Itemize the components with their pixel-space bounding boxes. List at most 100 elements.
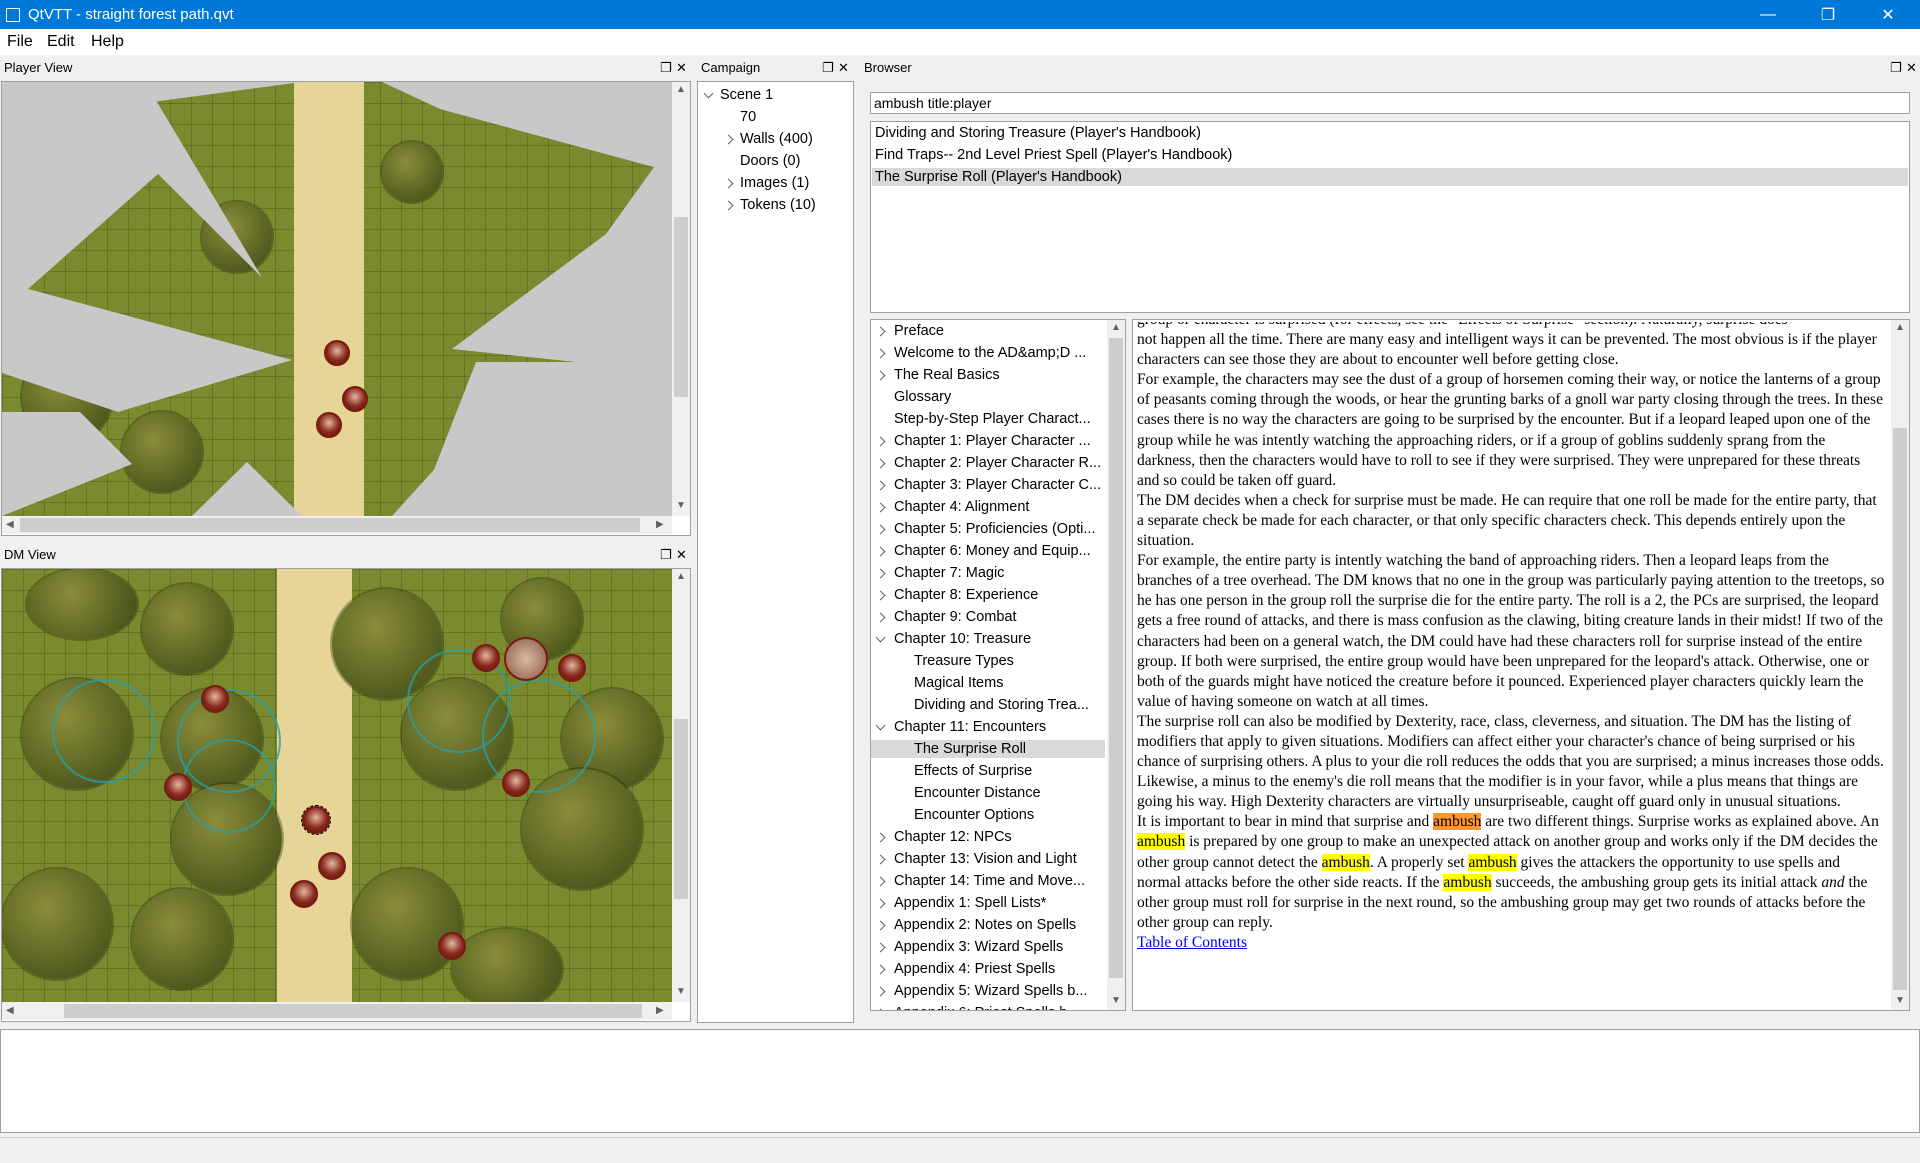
menu-file[interactable]: File (7, 33, 33, 51)
chevron-right-icon[interactable] (875, 590, 886, 601)
dm-token[interactable] (558, 654, 586, 682)
chevron-right-icon[interactable] (875, 546, 886, 557)
player-view-close-button[interactable]: ✕ (676, 58, 687, 78)
toc-item[interactable]: Chapter 6: Money and Equip... (871, 542, 1105, 560)
dm-view-close-button[interactable]: ✕ (676, 545, 687, 565)
dm-token-large[interactable] (504, 637, 548, 681)
campaign-tree-item[interactable]: Tokens (10) (698, 196, 848, 214)
dm-token[interactable] (438, 932, 466, 960)
chevron-right-icon[interactable] (875, 568, 886, 579)
toc-item[interactable]: Appendix 1: Spell Lists* (871, 894, 1105, 912)
toc-item[interactable]: Magical Items (871, 674, 1105, 692)
chevron-right-icon[interactable] (875, 502, 886, 513)
campaign-tree-item[interactable]: Walls (400) (698, 130, 848, 148)
dm-token[interactable] (502, 769, 530, 797)
player-map[interactable] (2, 82, 672, 516)
toc-item[interactable]: Appendix 3: Wizard Spells (871, 938, 1105, 956)
toc-item[interactable]: Chapter 10: Treasure (871, 630, 1105, 648)
toc-item[interactable]: Step-by-Step Player Charact... (871, 410, 1105, 428)
campaign-tree-item[interactable]: Scene 1 (698, 86, 848, 104)
player-token[interactable] (316, 412, 342, 438)
chevron-right-icon[interactable] (875, 942, 886, 953)
campaign-tree-item[interactable]: Images (1) (698, 174, 848, 192)
chevron-right-icon[interactable] (723, 134, 734, 145)
chevron-down-icon[interactable] (875, 632, 886, 643)
toc-item[interactable]: The Real Basics (871, 366, 1105, 384)
dm-view-float-button[interactable]: ❐ (660, 545, 672, 565)
browser-search-input[interactable]: ambush title:player (870, 92, 1910, 114)
chevron-right-icon[interactable] (875, 876, 886, 887)
toc-item[interactable]: The Surprise Roll (871, 740, 1105, 758)
toc-item[interactable]: Chapter 2: Player Character R... (871, 454, 1105, 472)
campaign-close-button[interactable]: ✕ (838, 58, 849, 78)
chevron-right-icon[interactable] (875, 458, 886, 469)
toc-item[interactable]: Chapter 4: Alignment (871, 498, 1105, 516)
menu-edit[interactable]: Edit (47, 33, 75, 51)
dm-token-selected[interactable] (301, 805, 331, 835)
toc-item[interactable]: Appendix 4: Priest Spells (871, 960, 1105, 978)
chevron-down-icon[interactable] (703, 88, 714, 99)
toc-item[interactable]: Effects of Surprise (871, 762, 1105, 780)
player-view-float-button[interactable]: ❐ (660, 58, 672, 78)
campaign-tree-item[interactable]: Doors (0) (698, 152, 848, 170)
chevron-right-icon[interactable] (875, 920, 886, 931)
toc-item[interactable]: Chapter 3: Player Character C... (871, 476, 1105, 494)
browser-close-button[interactable]: ✕ (1906, 58, 1917, 78)
search-result-item[interactable]: Dividing and Storing Treasure (Player's … (872, 124, 1908, 142)
toc-item[interactable]: Encounter Options (871, 806, 1105, 824)
dm-token[interactable] (318, 852, 346, 880)
chevron-right-icon[interactable] (875, 436, 886, 447)
chevron-right-icon[interactable] (875, 1008, 886, 1010)
toc-item[interactable]: Chapter 7: Magic (871, 564, 1105, 582)
chevron-right-icon[interactable] (875, 898, 886, 909)
player-token[interactable] (342, 386, 368, 412)
dm-token[interactable] (201, 685, 229, 713)
minimize-button[interactable]: — (1740, 0, 1796, 29)
toc-item[interactable]: Encounter Distance (871, 784, 1105, 802)
toc-item[interactable]: Welcome to the AD&amp;D ... (871, 344, 1105, 362)
toc-item[interactable]: Appendix 2: Notes on Spells (871, 916, 1105, 934)
search-result-item[interactable]: Find Traps-- 2nd Level Priest Spell (Pla… (872, 146, 1908, 164)
chevron-right-icon[interactable] (875, 524, 886, 535)
dm-token[interactable] (472, 644, 500, 672)
log-panel[interactable] (0, 1029, 1920, 1133)
toc-vscrollbar[interactable]: ▲ ▼ (1107, 320, 1125, 1010)
toc-item[interactable]: Chapter 1: Player Character ... (871, 432, 1105, 450)
chevron-right-icon[interactable] (875, 964, 886, 975)
chevron-right-icon[interactable] (875, 832, 886, 843)
toc-item[interactable]: Chapter 13: Vision and Light (871, 850, 1105, 868)
chevron-right-icon[interactable] (875, 612, 886, 623)
chevron-right-icon[interactable] (723, 200, 734, 211)
close-button[interactable]: ✕ (1860, 0, 1916, 29)
dm-view-vscrollbar[interactable]: ▲ ▼ (672, 569, 690, 1002)
chevron-right-icon[interactable] (875, 348, 886, 359)
chevron-right-icon[interactable] (875, 854, 886, 865)
player-token[interactable] (324, 340, 350, 366)
chevron-down-icon[interactable] (875, 720, 886, 731)
chevron-right-icon[interactable] (875, 480, 886, 491)
doc-vscrollbar[interactable]: ▲ ▼ (1891, 320, 1909, 1010)
toc-item[interactable]: Treasure Types (871, 652, 1105, 670)
chevron-right-icon[interactable] (875, 370, 886, 381)
dm-map[interactable] (2, 569, 672, 1002)
browser-float-button[interactable]: ❐ (1890, 58, 1902, 78)
campaign-float-button[interactable]: ❐ (822, 58, 834, 78)
toc-item[interactable]: Chapter 11: Encounters (871, 718, 1105, 736)
chevron-right-icon[interactable] (875, 326, 886, 337)
campaign-tree-item[interactable]: 70 (698, 108, 848, 126)
restore-button[interactable]: ❐ (1800, 0, 1856, 29)
player-view-vscrollbar[interactable]: ▲ ▼ (672, 82, 690, 516)
chevron-right-icon[interactable] (875, 986, 886, 997)
toc-item[interactable]: Glossary (871, 388, 1105, 406)
dm-token[interactable] (290, 880, 318, 908)
search-result-item[interactable]: The Surprise Roll (Player's Handbook) (872, 168, 1908, 186)
player-view-hscrollbar[interactable]: ◀ ▶ (2, 516, 672, 534)
chevron-right-icon[interactable] (723, 178, 734, 189)
toc-item[interactable]: Appendix 5: Wizard Spells b... (871, 982, 1105, 1000)
dm-view-hscrollbar[interactable]: ◀ ▶ (2, 1002, 672, 1020)
toc-item[interactable]: Chapter 5: Proficiencies (Opti... (871, 520, 1105, 538)
toc-item[interactable]: Chapter 14: Time and Move... (871, 872, 1105, 890)
toc-item[interactable]: Dividing and Storing Trea... (871, 696, 1105, 714)
table-of-contents-link[interactable]: Table of Contents (1137, 934, 1247, 951)
toc-item[interactable]: Preface (871, 322, 1105, 340)
